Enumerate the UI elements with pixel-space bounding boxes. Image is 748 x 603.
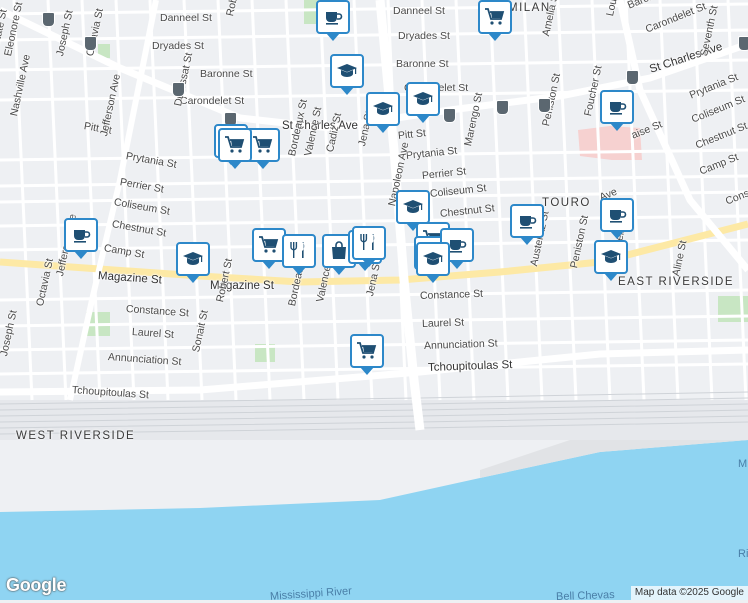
- map-pin[interactable]: [176, 242, 210, 283]
- restaurant-icon: [290, 242, 305, 258]
- shopping-cart-icon: [357, 342, 377, 359]
- map-pin[interactable]: [600, 90, 634, 131]
- route-shield-icon: [538, 98, 551, 113]
- route-shield-icon: [84, 36, 97, 51]
- map-pin[interactable]: [282, 234, 316, 275]
- map-pin[interactable]: [350, 334, 384, 375]
- school-icon: [403, 200, 423, 213]
- cafe-icon: [610, 210, 627, 223]
- street-label: Danneel St: [393, 5, 445, 17]
- cafe-icon: [520, 216, 537, 229]
- street-label: Annunciation St: [423, 337, 498, 352]
- map-canvas[interactable]: Danneel St Danneel St Dryades St Dryades St…: [0, 0, 748, 603]
- cafe-icon: [74, 230, 91, 243]
- school-icon: [413, 92, 433, 105]
- street-label: Laurel St: [421, 316, 465, 330]
- route-shield-icon: [738, 36, 748, 51]
- google-logo: Google: [6, 575, 67, 595]
- route-shield-icon: [172, 82, 185, 97]
- neighborhood-label: TOURO: [542, 197, 591, 209]
- water-label: M: [738, 458, 748, 470]
- street-label: Dryades St: [398, 30, 450, 42]
- restaurant-icon: [360, 234, 375, 250]
- shopping-cart-icon: [225, 136, 245, 153]
- route-shield-icon: [496, 100, 509, 115]
- shopping-cart-icon: [259, 236, 279, 253]
- map-pin[interactable]: [510, 204, 544, 245]
- route-shield-icon: [626, 70, 639, 85]
- map-pin[interactable]: [330, 54, 364, 95]
- street-label: Baronne St: [396, 58, 449, 70]
- route-shield-icon: [443, 108, 456, 123]
- shopping-bag-icon: [332, 241, 346, 259]
- map-pin[interactable]: [218, 128, 252, 169]
- map-pin[interactable]: [600, 198, 634, 239]
- map-pin[interactable]: [352, 226, 386, 267]
- shopping-cart-icon: [253, 136, 273, 153]
- street-label: Carondelet St: [180, 95, 245, 107]
- street-label: Baronne St: [200, 68, 253, 80]
- map-pin[interactable]: [316, 0, 350, 41]
- neighborhood-label: MILAN: [508, 2, 551, 14]
- map-pin[interactable]: [478, 0, 512, 41]
- route-shield-icon: [42, 12, 55, 27]
- neighborhood-label: WEST RIVERSIDE: [16, 430, 136, 442]
- school-icon: [337, 64, 357, 77]
- school-icon: [423, 252, 443, 265]
- map-pin[interactable]: [252, 228, 286, 269]
- cafe-icon: [326, 12, 343, 25]
- water-label: Ri: [738, 548, 748, 560]
- neighborhood-label: EAST RIVERSIDE: [618, 276, 735, 288]
- school-icon: [183, 252, 203, 265]
- shopping-cart-icon: [485, 8, 505, 25]
- map-pin[interactable]: [594, 240, 628, 281]
- map-pin[interactable]: [396, 190, 430, 231]
- school-icon: [601, 250, 621, 263]
- street-label: Constance St: [419, 287, 484, 302]
- street-label: Dryades St: [152, 40, 204, 52]
- water-label: Bell Chevas: [555, 588, 615, 603]
- map-pin[interactable]: [366, 92, 400, 133]
- school-icon: [373, 102, 393, 115]
- map-pin[interactable]: [64, 218, 98, 259]
- cafe-icon: [610, 102, 627, 115]
- map-pin[interactable]: [416, 242, 450, 283]
- street-label: Danneel St: [160, 12, 212, 24]
- map-pin[interactable]: [406, 82, 440, 123]
- map-attribution[interactable]: Map data ©2025 Google: [630, 586, 748, 600]
